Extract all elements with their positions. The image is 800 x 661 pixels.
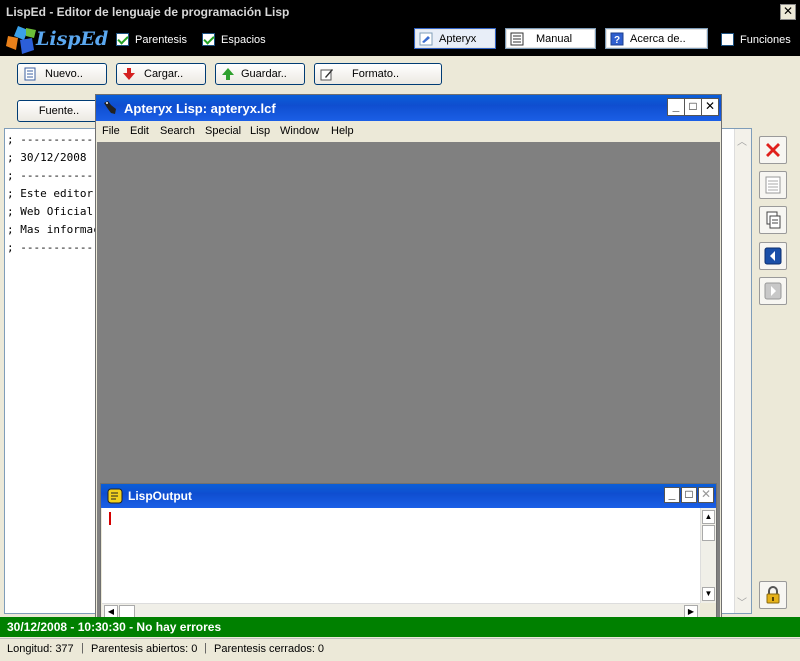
new-document-icon — [24, 67, 36, 81]
longitud-status: Longitud: 377 — [7, 643, 74, 655]
delete-icon — [766, 143, 780, 157]
close-button[interactable]: ✕ — [701, 98, 719, 116]
scroll-up-icon[interactable]: ︿ — [737, 133, 747, 148]
formato-button[interactable]: Formato.. — [314, 63, 442, 85]
checkbox-box[interactable] — [721, 33, 734, 46]
funciones-checkbox[interactable]: Funciones — [721, 33, 791, 46]
espacios-checkbox[interactable]: Espacios — [202, 33, 266, 46]
arrow-right-icon — [764, 282, 782, 300]
acerca-button-label: Acerca de.. — [630, 32, 686, 45]
svg-text:?: ? — [614, 35, 620, 46]
lock-button[interactable] — [759, 581, 787, 609]
espacios-label: Espacios — [221, 33, 266, 46]
menu-help[interactable]: Help — [331, 125, 354, 137]
nuevo-label: Nuevo.. — [45, 68, 83, 80]
menu-lisp[interactable]: Lisp — [250, 125, 270, 137]
app-logo: LispEd — [6, 24, 109, 56]
load-arrow-icon — [123, 68, 135, 80]
scroll-up-icon[interactable]: ▲ — [702, 510, 715, 524]
output-notepad-icon — [107, 488, 123, 504]
editor-line: ; 30/12/2008 - — [7, 151, 100, 164]
status-bar: Longitud: 377 | Parentesis abiertos: 0 |… — [0, 638, 800, 661]
logo-text: LispEd — [36, 28, 109, 50]
parentesis-label: Parentesis — [135, 33, 187, 46]
apteryx-bird-icon — [104, 101, 116, 114]
arrow-left-icon — [764, 247, 782, 265]
menu-edit[interactable]: Edit — [130, 125, 149, 137]
apteryx-window: Apteryx Lisp: apteryx.lcf _ □ ✕ File Edi… — [95, 94, 722, 625]
nuevo-button[interactable]: Nuevo.. — [17, 63, 107, 85]
status-message-bar: 30/12/2008 - 10:30:30 - No hay errores — [0, 617, 800, 637]
editor-scrollbar[interactable]: ︿ ﹀ — [734, 129, 751, 613]
previous-button[interactable] — [759, 242, 787, 270]
text-cursor — [109, 512, 111, 525]
lisped-logo-icon — [6, 26, 36, 54]
maximize-button[interactable]: □ — [684, 98, 702, 116]
menu-search[interactable]: Search — [160, 125, 195, 137]
window-title: LispEd - Editor de lenguaje de programac… — [6, 5, 290, 19]
fuente-button[interactable]: Fuente.. — [17, 100, 101, 122]
output-textarea[interactable] — [102, 508, 700, 603]
copy-icon — [766, 211, 781, 229]
format-pencil-icon — [320, 69, 333, 81]
lispoutput-title-bar[interactable]: LispOutput _ □ ✕ — [101, 484, 716, 508]
menu-file[interactable]: File — [102, 125, 120, 137]
apteryx-window-title: Apteryx Lisp: apteryx.lcf — [124, 101, 276, 116]
scroll-down-icon[interactable]: ﹀ — [737, 594, 747, 609]
parentesis-checkbox[interactable]: Parentesis — [116, 33, 187, 46]
next-button[interactable] — [759, 277, 787, 305]
close-button[interactable]: ✕ — [698, 487, 714, 503]
manual-button-label: Manual — [536, 32, 573, 45]
manual-button[interactable]: Manual — [505, 28, 596, 49]
manual-icon — [510, 32, 524, 45]
scroll-thumb[interactable] — [702, 525, 715, 541]
cargar-button[interactable]: Cargar.. — [116, 63, 206, 85]
lispoutput-title: LispOutput — [128, 489, 192, 503]
main-title-bar: LispEd - Editor de lenguaje de programac… — [0, 0, 800, 24]
status-message: 30/12/2008 - 10:30:30 - No hay errores — [7, 620, 222, 634]
document-icon — [765, 176, 781, 194]
fuente-label: Fuente.. — [38, 105, 80, 117]
funciones-label: Funciones — [740, 33, 791, 46]
help-icon: ? — [610, 32, 624, 46]
formato-label: Formato.. — [352, 68, 400, 80]
save-arrow-icon — [222, 68, 234, 80]
cargar-label: Cargar.. — [144, 68, 184, 80]
acerca-button[interactable]: ? Acerca de.. — [605, 28, 708, 49]
apteryx-button-label: Apteryx — [439, 32, 477, 45]
guardar-label: Guardar.. — [241, 68, 287, 80]
lock-icon — [766, 586, 780, 604]
copy-button[interactable] — [759, 206, 787, 234]
guardar-button[interactable]: Guardar.. — [215, 63, 305, 85]
menu-special[interactable]: Special — [205, 125, 241, 137]
minimize-button[interactable]: _ — [664, 487, 680, 503]
status-separator: | — [81, 642, 84, 654]
document-button[interactable] — [759, 171, 787, 199]
window-close-button[interactable]: ✕ — [780, 4, 796, 20]
lispoutput-window: LispOutput _ □ ✕ ▲ ▼ ◀ ▶ — [100, 483, 717, 621]
parentesis-abiertos-status: Parentesis abiertos: 0 — [91, 643, 198, 655]
header-bar: LispEd Parentesis Espacios Apteryx Manua… — [0, 24, 800, 56]
maximize-button[interactable]: □ — [681, 487, 697, 503]
checkbox-box[interactable] — [116, 33, 129, 46]
apteryx-bird-icon — [419, 32, 433, 45]
menu-window[interactable]: Window — [280, 125, 319, 137]
apteryx-button[interactable]: Apteryx — [414, 28, 496, 49]
parentesis-cerrados-status: Parentesis cerrados: 0 — [214, 643, 325, 655]
status-separator: | — [204, 642, 207, 654]
apteryx-title-bar[interactable]: Apteryx Lisp: apteryx.lcf _ □ ✕ — [96, 95, 721, 121]
editor-line: ; Mas informac — [7, 223, 100, 236]
apteryx-menu-bar: File Edit Search Special Lisp Window Hel… — [96, 121, 721, 142]
output-vertical-scrollbar[interactable]: ▲ ▼ — [700, 508, 716, 603]
delete-button[interactable] — [759, 136, 787, 164]
scroll-down-icon[interactable]: ▼ — [702, 587, 715, 601]
checkbox-box[interactable] — [202, 33, 215, 46]
minimize-button[interactable]: _ — [667, 98, 685, 116]
editor-line: ; Web Oficial: — [7, 205, 100, 218]
